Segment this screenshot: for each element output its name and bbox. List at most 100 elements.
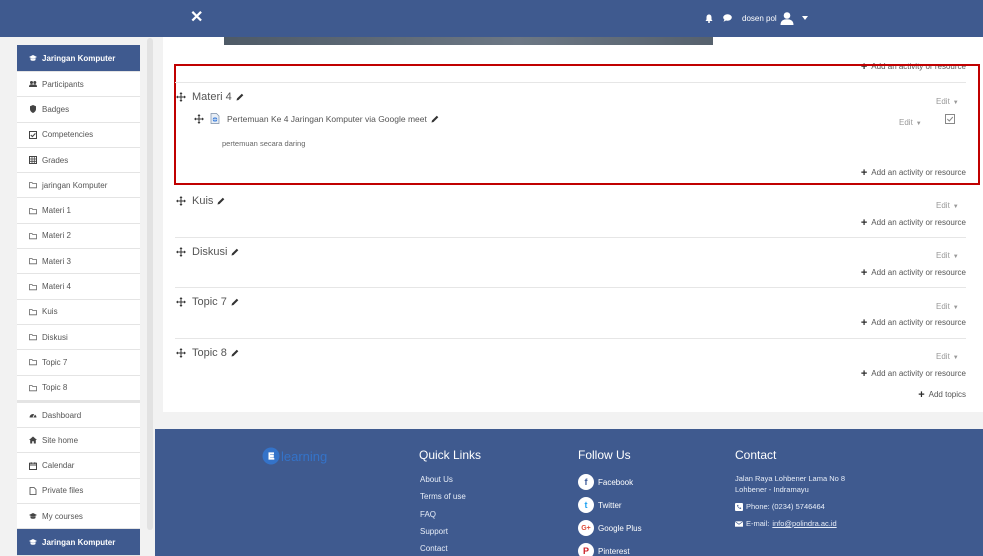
completion-checkbox-icon[interactable] (945, 114, 955, 124)
pencil-icon[interactable] (231, 248, 239, 256)
sidebar-item-materi-4[interactable]: Materi 4 (17, 274, 140, 300)
section-title-topic-8[interactable]: Topic 8 (176, 347, 239, 359)
user-name[interactable]: dosen pol (742, 14, 777, 23)
activity-google-meet[interactable]: Pertemuan Ke 4 Jaringan Komputer via Goo… (194, 113, 439, 124)
sidebar-item-label: Materi 1 (42, 206, 71, 216)
pencil-icon[interactable] (431, 115, 439, 123)
move-icon[interactable] (176, 196, 186, 206)
contact-phone-text: Phone: (0234) 5746464 (746, 502, 825, 511)
pencil-icon[interactable] (217, 197, 225, 205)
footer-link-about-us[interactable]: About Us (420, 475, 453, 484)
sidebar-item-grades[interactable]: Grades (17, 148, 140, 174)
section-divider (175, 287, 966, 288)
section-title-topic-7[interactable]: Topic 7 (176, 296, 239, 308)
sidebar-item-materi-1[interactable]: Materi 1 (17, 198, 140, 224)
footer-link-terms[interactable]: Terms of use (420, 492, 466, 501)
sidebar-item-label: Site home (42, 435, 79, 445)
section-edit-menu[interactable]: Edit ▼ (936, 201, 959, 210)
add-activity-button[interactable]: + Add an activity or resource (861, 368, 966, 379)
social-facebook[interactable]: f Facebook (578, 474, 633, 490)
sidebar-item-kuis[interactable]: Kuis (17, 300, 140, 325)
sidebar-item-participants[interactable]: Participants (17, 72, 140, 98)
add-activity-label: Add an activity or resource (871, 168, 966, 177)
section-edit-menu[interactable]: Edit ▼ (936, 251, 959, 260)
footer-link-support[interactable]: Support (420, 527, 448, 536)
close-drawer-button[interactable]: ✕ (190, 9, 203, 27)
caret-down-icon: ▼ (952, 100, 959, 106)
sidebar-item-label: Participants (42, 79, 84, 89)
add-activity-label: Add an activity or resource (871, 218, 966, 227)
avatar-icon[interactable] (780, 11, 794, 25)
section-edit-menu[interactable]: Edit ▼ (936, 352, 959, 361)
sidebar-item-topic-7[interactable]: Topic 7 (17, 350, 140, 376)
move-icon[interactable] (176, 92, 186, 102)
home-icon (29, 436, 37, 444)
move-icon[interactable] (194, 113, 204, 124)
pinterest-icon: P (578, 543, 594, 556)
contact-email-link[interactable]: info@polindra.ac.id (772, 519, 836, 528)
plus-icon: + (860, 216, 868, 229)
pencil-icon[interactable] (231, 349, 239, 357)
sidebar-item-site-home[interactable]: Site home (17, 428, 140, 454)
edit-label: Edit (936, 302, 950, 311)
footer-link-faq[interactable]: FAQ (420, 510, 436, 519)
sidebar-item-label: Materi 2 (42, 231, 71, 241)
section-edit-menu[interactable]: Edit ▼ (936, 302, 959, 311)
url-resource-icon (210, 113, 220, 124)
envelope-icon (735, 520, 743, 527)
social-google-plus[interactable]: G+ Google Plus (578, 520, 642, 536)
social-twitter[interactable]: t Twitter (578, 497, 622, 513)
elearning-logo-icon (262, 447, 280, 465)
sidebar-item-my-courses[interactable]: My courses (17, 504, 140, 530)
twitter-icon: t (578, 497, 594, 513)
checkbox-icon (29, 130, 37, 139)
sidebar-bottom-course-title[interactable]: Jaringan Komputer (17, 529, 140, 556)
add-activity-button[interactable]: + Add an activity or resource (861, 267, 966, 278)
pencil-icon[interactable] (231, 298, 239, 306)
section-edit-menu[interactable]: Edit ▼ (936, 97, 959, 106)
sidebar-item-label: Kuis (42, 307, 58, 317)
activity-edit-menu[interactable]: Edit ▼ (899, 118, 922, 127)
sidebar-course-title-label: Jaringan Komputer (42, 53, 116, 63)
social-label: Pinterest (598, 546, 630, 556)
sidebar-item-label: Dashboard (42, 410, 82, 420)
caret-down-icon[interactable] (801, 16, 808, 20)
footer-link-contact[interactable]: Contact (420, 544, 448, 553)
sidebar-item-jaringan-komputer[interactable]: jaringan Komputer (17, 173, 140, 199)
sidebar-item-private-files[interactable]: Private files (17, 479, 140, 505)
activity-title: Pertemuan Ke 4 Jaringan Komputer via Goo… (227, 113, 427, 124)
section-divider (175, 338, 966, 339)
contact-address-line-2: Lohbener - Indramayu (735, 485, 809, 494)
add-activity-button[interactable]: + Add an activity or resource (861, 167, 966, 178)
sidebar-item-label: Badges (42, 104, 70, 114)
add-activity-button[interactable]: + Add an activity or resource (860, 216, 966, 229)
add-topics-button[interactable]: + Add topics (918, 389, 966, 400)
top-navbar (0, 0, 983, 37)
sidebar-item-calendar[interactable]: Calendar (17, 453, 140, 479)
section-title-kuis[interactable]: Kuis (176, 195, 225, 207)
sidebar-item-materi-3[interactable]: Materi 3 (17, 249, 140, 275)
course-banner-image (224, 37, 713, 45)
move-icon[interactable] (176, 348, 186, 358)
chat-icon[interactable] (723, 14, 732, 22)
move-icon[interactable] (176, 297, 186, 307)
social-pinterest[interactable]: P Pinterest (578, 543, 630, 556)
add-activity-button[interactable]: + Add an activity or resource (861, 317, 966, 328)
sidebar-item-label: Topic 7 (42, 357, 68, 367)
sidebar-scrollbar[interactable] (147, 38, 153, 530)
sidebar-item-badges[interactable]: Badges (17, 97, 140, 123)
move-icon[interactable] (176, 247, 186, 257)
sidebar-item-competencies[interactable]: Competencies (17, 123, 140, 148)
edit-label: Edit (936, 352, 950, 361)
sidebar-item-label: My courses (42, 511, 83, 521)
sidebar-item-diskusi[interactable]: Diskusi (17, 325, 140, 351)
pencil-icon[interactable] (236, 93, 244, 101)
section-title-diskusi[interactable]: Diskusi (176, 246, 239, 258)
section-title-materi-4[interactable]: Materi 4 (176, 91, 244, 103)
sidebar-item-dashboard[interactable]: Dashboard (17, 403, 140, 429)
sidebar-item-materi-2[interactable]: Materi 2 (17, 224, 140, 250)
sidebar-item-label: Grades (42, 155, 69, 165)
sidebar-item-topic-8[interactable]: Topic 8 (17, 376, 140, 401)
sidebar-course-title[interactable]: Jaringan Komputer (17, 45, 140, 72)
bell-icon[interactable] (705, 14, 713, 23)
